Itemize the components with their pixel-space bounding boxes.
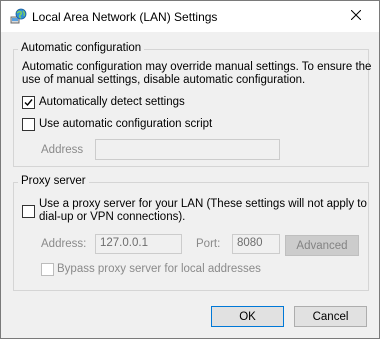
- proxy-address-label: Address:: [41, 238, 87, 250]
- advanced-button[interactable]: Advanced: [285, 235, 359, 256]
- checkmark-icon: [24, 99, 33, 107]
- proxy-port-label: Port:: [196, 238, 221, 250]
- bypass-local-label[interactable]: Bypass proxy server for local addresses: [57, 263, 261, 275]
- proxy-address-field[interactable]: 127.0.0.1: [95, 234, 182, 254]
- use-configuration-script-checkbox[interactable]: [22, 118, 35, 131]
- auto-config-description-line1: Automatic configuration may override man…: [22, 61, 372, 73]
- proxy-port-field[interactable]: 8080: [232, 234, 280, 254]
- automatic-configuration-label: Automatic configuration: [18, 42, 145, 54]
- use-proxy-label-line2[interactable]: dial-up or VPN connections).: [39, 211, 185, 223]
- automatically-detect-checkbox[interactable]: [22, 96, 35, 109]
- network-globe-icon: [10, 8, 27, 25]
- proxy-server-label: Proxy server: [18, 175, 89, 187]
- bypass-local-checkbox[interactable]: [41, 263, 54, 276]
- use-configuration-script-label[interactable]: Use automatic configuration script: [39, 118, 212, 130]
- close-button[interactable]: [333, 1, 379, 32]
- ok-button[interactable]: OK: [211, 306, 284, 327]
- auto-config-description-line2: use of manual settings, disable automati…: [22, 74, 306, 86]
- use-proxy-label-line1[interactable]: Use a proxy server for your LAN (These s…: [39, 198, 367, 210]
- title-bar[interactable]: Local Area Network (LAN) Settings: [1, 1, 379, 32]
- script-address-field[interactable]: [95, 139, 280, 160]
- close-icon: [350, 9, 362, 23]
- cancel-button[interactable]: Cancel: [294, 306, 367, 327]
- script-address-label: Address: [41, 144, 84, 156]
- lan-settings-dialog: Local Area Network (LAN) Settings Automa…: [0, 0, 380, 339]
- automatically-detect-label[interactable]: Automatically detect settings: [39, 96, 185, 108]
- use-proxy-checkbox[interactable]: [22, 205, 35, 218]
- window-title: Local Area Network (LAN) Settings: [32, 10, 218, 24]
